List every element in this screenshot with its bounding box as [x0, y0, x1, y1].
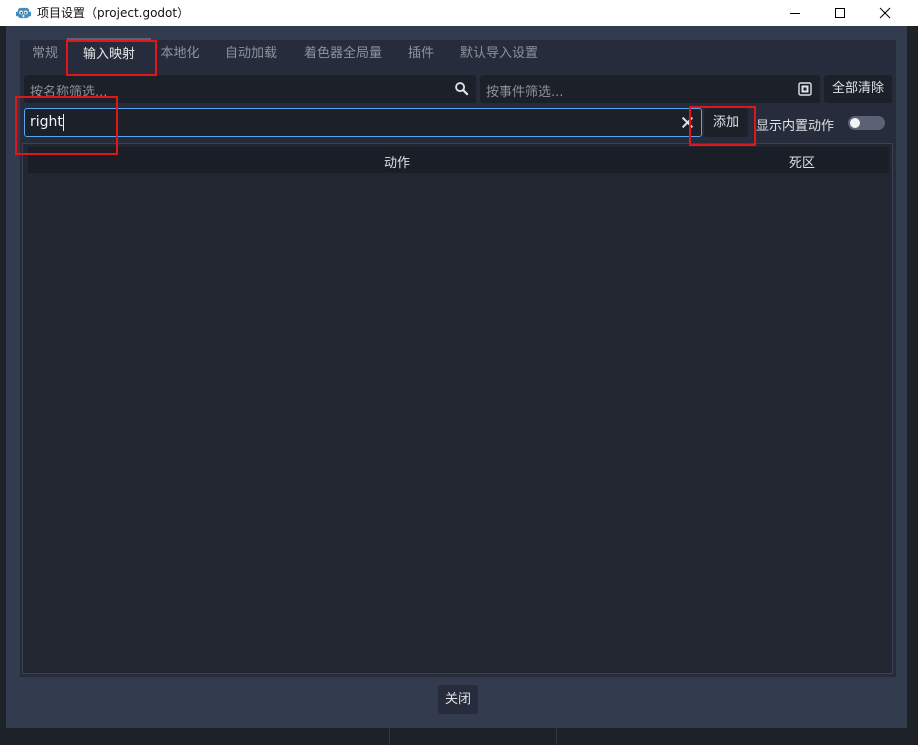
action-list[interactable]: 动作 死区	[22, 143, 893, 674]
tab-import-defaults[interactable]: 默认导入设置	[450, 40, 548, 68]
text-caret	[63, 114, 64, 131]
minimize-button[interactable]	[772, 0, 818, 26]
action-list-header: 动作 死区	[28, 147, 889, 173]
keyboard-listen-icon[interactable]	[798, 82, 812, 96]
column-deadzone: 死区	[789, 156, 816, 171]
tab-input-map[interactable]: 输入映射	[67, 38, 151, 70]
close-window-button[interactable]	[862, 0, 908, 26]
show-builtin-label: 显示内置动作	[756, 119, 835, 134]
filter-by-event-field[interactable]: 按事件筛选...	[480, 75, 820, 103]
search-icon	[455, 82, 469, 96]
show-builtin-toggle[interactable]	[848, 116, 885, 130]
tab-autoload[interactable]: 自动加载	[216, 40, 286, 68]
tab-localization[interactable]: 本地化	[152, 40, 208, 68]
godot-logo-icon	[16, 7, 31, 19]
maximize-icon	[835, 8, 845, 18]
filter-by-event-placeholder: 按事件筛选...	[486, 85, 564, 100]
maximize-button[interactable]	[817, 0, 863, 26]
tab-plugins[interactable]: 插件	[400, 40, 442, 68]
minimize-icon	[790, 13, 800, 14]
tab-general[interactable]: 常规	[24, 40, 66, 68]
divider	[556, 728, 557, 745]
tab-shader-globals[interactable]: 着色器全局量	[294, 40, 392, 68]
filter-by-name-field[interactable]: 按名称筛选...	[24, 75, 476, 103]
close-button[interactable]: 关闭	[438, 685, 478, 714]
filter-by-name-placeholder: 按名称筛选...	[30, 85, 108, 100]
divider	[389, 728, 390, 745]
new-action-name-input[interactable]: right	[24, 108, 702, 137]
column-action: 动作	[384, 156, 411, 171]
close-icon	[879, 7, 891, 19]
window-titlebar: 项目设置（project.godot）	[0, 0, 918, 26]
clear-text-icon[interactable]	[681, 116, 694, 129]
add-action-button[interactable]: 添加	[704, 108, 748, 137]
toggle-knob	[850, 118, 860, 128]
new-action-name-value: right	[30, 114, 63, 130]
window-title: 项目设置（project.godot）	[37, 6, 190, 20]
clear-all-button[interactable]: 全部清除	[824, 75, 892, 103]
